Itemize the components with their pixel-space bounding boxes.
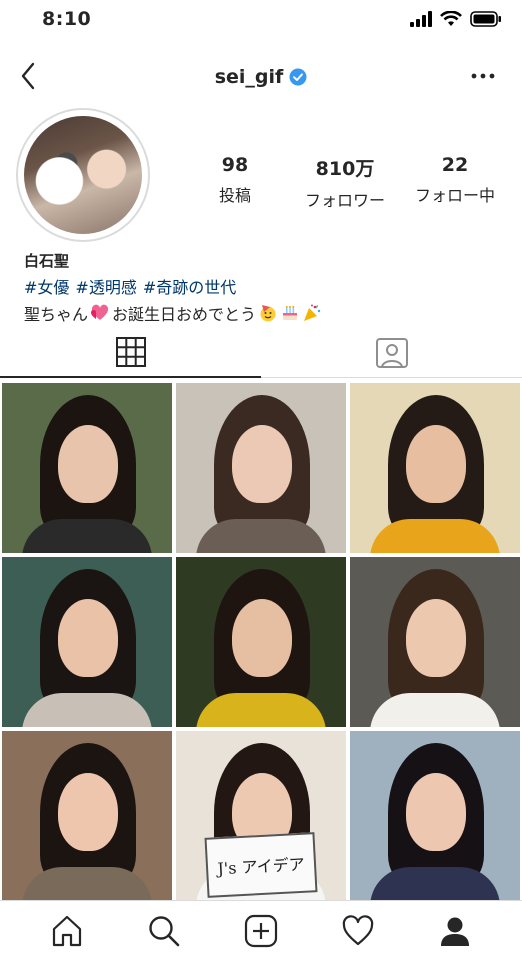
post-thumbnail[interactable]: [2, 383, 172, 553]
post-face-shape: [232, 425, 292, 503]
hashtag-link[interactable]: #奇跡の世代: [143, 274, 236, 300]
post-thumbnail[interactable]: [2, 731, 172, 901]
status-icons: [410, 9, 502, 29]
more-icon: [471, 73, 495, 79]
post-thumbnail[interactable]: [176, 557, 346, 727]
post-thumbnail[interactable]: [350, 731, 520, 901]
profile-tabs: [0, 328, 522, 378]
posts-count-label: 投稿: [218, 186, 251, 205]
followers-count[interactable]: 810万 フォロワー: [290, 154, 400, 211]
post-face-shape: [58, 425, 118, 503]
profile-bio: 白石聖 #女優 #透明感 #奇跡の世代 聖ちゃん お誕生日おめでとう: [24, 250, 504, 326]
post-clothing-shape: [196, 693, 326, 727]
bottom-nav: [0, 900, 522, 960]
post-thumbnail[interactable]: [2, 557, 172, 727]
post-thumbnail[interactable]: J's アイデア: [176, 731, 346, 901]
tab-posts-grid[interactable]: [0, 328, 261, 378]
post-clothing-shape: [22, 867, 152, 901]
post-clothing-shape: [370, 867, 500, 901]
bio-text-part: お誕生日おめでとう: [112, 305, 257, 324]
header-title: sei_gif: [0, 66, 522, 88]
post-face-shape: [406, 425, 466, 503]
add-icon: [244, 914, 278, 947]
heart-emoji-icon: [91, 304, 109, 320]
hashtag-link[interactable]: #透明感: [75, 274, 136, 300]
followers-count-label: フォロワー: [304, 191, 385, 210]
followers-count-number: 810万: [315, 158, 375, 180]
post-clothing-shape: [370, 519, 500, 553]
status-bar: 8:10: [0, 0, 522, 40]
following-count-number: 22: [441, 154, 469, 176]
bio-text-part: 聖ちゃん: [24, 305, 89, 324]
post-face-shape: [406, 773, 466, 851]
following-count[interactable]: 22 フォロー中: [400, 154, 510, 211]
wifi-icon: [440, 11, 462, 26]
post-thumbnail[interactable]: [176, 383, 346, 553]
verified-icon: [289, 68, 307, 86]
nav-add-post-button[interactable]: [241, 911, 281, 951]
post-face-shape: [232, 599, 292, 677]
avatar: [24, 116, 142, 234]
cake-emoji-icon: [283, 306, 298, 320]
post-clothing-shape: [196, 519, 326, 553]
nav-home-button[interactable]: [47, 911, 87, 951]
tab-tagged[interactable]: [261, 328, 522, 378]
post-face-shape: [58, 773, 118, 851]
hashtag-link[interactable]: #女優: [24, 274, 69, 300]
nav-profile-button[interactable]: [435, 911, 475, 951]
profile-name: 白石聖: [24, 252, 70, 270]
post-clothing-shape: [370, 693, 500, 727]
signal-icon: [410, 11, 432, 27]
search-icon: [149, 915, 180, 946]
post-grid: J's アイデア: [2, 383, 520, 901]
home-icon: [52, 915, 81, 946]
posts-count[interactable]: 98 投稿: [180, 154, 290, 211]
following-count-label: フォロー中: [414, 186, 495, 205]
battery-icon: [470, 11, 501, 27]
grid-icon: [115, 337, 146, 367]
more-options-button[interactable]: [470, 64, 496, 84]
post-clothing-shape: [22, 693, 152, 727]
post-face-shape: [58, 599, 118, 677]
tagged-icon: [375, 338, 408, 368]
party-popper-emoji-icon: [304, 304, 321, 321]
username: sei_gif: [214, 66, 284, 88]
profile-icon: [441, 917, 470, 946]
profile-stats: 98 投稿 810万 フォロワー 22 フォロー中: [180, 154, 510, 211]
posts-count-number: 98: [221, 154, 249, 176]
post-thumbnail[interactable]: [350, 557, 520, 727]
post-clothing-shape: [22, 519, 152, 553]
status-time: 8:10: [42, 8, 92, 30]
bio-text: 聖ちゃん お誕生日おめでとう: [24, 300, 504, 326]
post-face-shape: [406, 599, 466, 677]
profile-header: sei_gif: [0, 52, 522, 104]
party-face-emoji-icon: [260, 305, 276, 322]
nav-activity-button[interactable]: [338, 911, 378, 951]
heart-icon: [342, 914, 374, 945]
post-caption-card: J's アイデア: [204, 832, 318, 898]
post-thumbnail[interactable]: [350, 383, 520, 553]
nav-search-button[interactable]: [144, 911, 184, 951]
bio-hashtags: #女優 #透明感 #奇跡の世代: [24, 274, 504, 300]
profile-avatar-ring[interactable]: [16, 108, 150, 242]
